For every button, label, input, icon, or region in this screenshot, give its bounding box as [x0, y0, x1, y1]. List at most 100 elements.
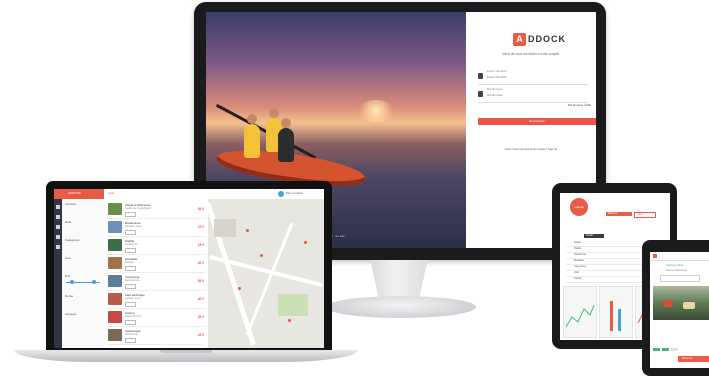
result-button[interactable]: [125, 230, 136, 235]
filter-label[interactable]: Catégories: [65, 238, 80, 242]
forgot-password-link[interactable]: Mot de passe oublié: [526, 104, 591, 107]
result-subtitle: Découverte: [125, 333, 138, 336]
laptop-brand: ADDOCK: [54, 189, 104, 199]
laptop-notch: [160, 350, 212, 353]
map-pin[interactable]: [288, 319, 291, 322]
result-price: 35 €: [197, 207, 204, 211]
list-item[interactable]: Randonnée Parcours nature 22 €: [106, 219, 206, 237]
table-cell: Canyoning: [574, 265, 586, 268]
tablet-filter-button[interactable]: Filtrer: [634, 212, 656, 218]
result-thumbnail: [108, 203, 122, 215]
map-view[interactable]: [205, 199, 324, 348]
tablet-book-button[interactable]: Réserver: [606, 212, 632, 216]
phone-logo: [653, 254, 657, 258]
home-icon[interactable]: [56, 205, 60, 209]
map-pin[interactable]: [260, 254, 263, 257]
stats-card: [599, 286, 633, 338]
email-input[interactable]: [487, 75, 582, 80]
list-item[interactable]: Kayak à Villeneuve À partir de 2 partici…: [106, 201, 206, 219]
result-subtitle: Session 10 min: [125, 315, 142, 318]
result-price: 18 €: [197, 243, 204, 247]
tablet-book-label: Réserver: [608, 212, 618, 215]
list-item[interactable]: Karting Session 10 min 25 €: [106, 309, 206, 327]
result-button[interactable]: [125, 248, 136, 253]
laptop-sidebar: [54, 199, 62, 348]
phone-header: [650, 252, 709, 261]
result-thumbnail: [108, 311, 122, 323]
list-item[interactable]: Escalade Initiation 40 €: [106, 255, 206, 273]
filter-label[interactable]: Date: [65, 220, 71, 224]
map-pin[interactable]: [304, 241, 307, 244]
list-item[interactable]: Paddle Location 1h 18 €: [106, 237, 206, 255]
tablet-tooltip: Détails: [584, 234, 604, 238]
filter-label[interactable]: Activités: [65, 202, 76, 206]
monitor-stand-neck: [370, 260, 428, 300]
result-thumbnail: [108, 293, 122, 305]
phone-kart: [663, 300, 673, 307]
hero-person-3-head: [281, 118, 291, 128]
monitor-stand-base: [326, 296, 476, 318]
bar-icon: [618, 309, 621, 331]
gear-icon[interactable]: [56, 245, 60, 249]
logo-mark: A: [513, 32, 526, 46]
filter-label[interactable]: Prix: [65, 274, 70, 278]
list-item[interactable]: Spéléologie Découverte 45 €: [106, 327, 206, 345]
tablet-filter-label: Filtrer: [637, 213, 644, 216]
phone-chip[interactable]: [662, 348, 669, 351]
filter-label[interactable]: Durée: [65, 294, 73, 298]
list-item[interactable]: Vélo électrique Location 1 jour 30 €: [106, 291, 206, 309]
phone-photo: [653, 286, 709, 320]
avatar[interactable]: [278, 191, 284, 197]
result-price: 55 €: [197, 279, 204, 283]
result-thumbnail: [108, 329, 122, 341]
result-button[interactable]: [125, 338, 136, 343]
laptop-brand-text: ADDOCK: [68, 191, 81, 195]
bar-icon: [610, 301, 613, 331]
result-button[interactable]: [125, 320, 136, 325]
price-slider-handle-min[interactable]: [70, 280, 74, 284]
signup-link[interactable]: Vous n'avez pas encore de compte ? Sign …: [466, 148, 596, 151]
calendar-icon[interactable]: [56, 215, 60, 219]
users-icon[interactable]: [56, 225, 60, 229]
result-button[interactable]: [125, 302, 136, 307]
chart-icon[interactable]: [56, 235, 60, 239]
result-subtitle: Demi-journée: [125, 279, 140, 282]
phone-kart: [683, 302, 695, 309]
result-price: 22 €: [197, 225, 204, 229]
phone-subtitle: Session découverte: [666, 269, 687, 272]
phone-chip[interactable]: [671, 348, 678, 351]
result-subtitle: Location 1 jour: [125, 297, 141, 300]
price-slider-handle-max[interactable]: [92, 280, 96, 284]
tab-list[interactable]: Liste: [108, 191, 114, 195]
map-pin[interactable]: [246, 229, 249, 232]
hero-person-2-head: [269, 108, 279, 118]
account-link[interactable]: Mon compte: [286, 191, 303, 195]
list-item[interactable]: Canyoning Demi-journée 55 €: [106, 273, 206, 291]
result-button[interactable]: [125, 212, 136, 217]
login-button[interactable]: Se connecter: [478, 118, 596, 125]
filter-label[interactable]: Lieu: [65, 256, 71, 260]
email-field[interactable]: Email / Identifiant: [478, 70, 588, 85]
password-field[interactable]: Mot de passe: [478, 88, 588, 103]
email-label: Email / Identifiant: [487, 70, 507, 73]
brand-logo: A DDOCK: [513, 32, 566, 46]
phone-book-button[interactable]: Réserver: [678, 356, 709, 362]
result-subtitle: À partir de 2 participants: [125, 207, 151, 210]
result-subtitle: Location 1h: [125, 243, 138, 246]
result-button[interactable]: [125, 284, 136, 289]
phone-book-label: Réserver: [682, 357, 693, 360]
result-price: 40 €: [197, 261, 204, 265]
table-cell: Vélo: [574, 271, 579, 274]
map-pin[interactable]: [238, 287, 241, 290]
filter-label[interactable]: Langues: [65, 312, 77, 316]
phone-title: Karting Indoor: [666, 263, 684, 267]
table-cell: Paddle: [574, 247, 582, 250]
password-input[interactable]: [487, 93, 582, 98]
result-subtitle: Initiation: [125, 261, 134, 264]
phone-chip[interactable]: [653, 348, 660, 351]
result-button[interactable]: [125, 266, 136, 271]
line-chart-icon: [565, 304, 595, 328]
result-subtitle: Parcours nature: [125, 225, 143, 228]
logo-text: DDOCK: [528, 34, 566, 44]
phone-search-input[interactable]: [660, 275, 700, 282]
